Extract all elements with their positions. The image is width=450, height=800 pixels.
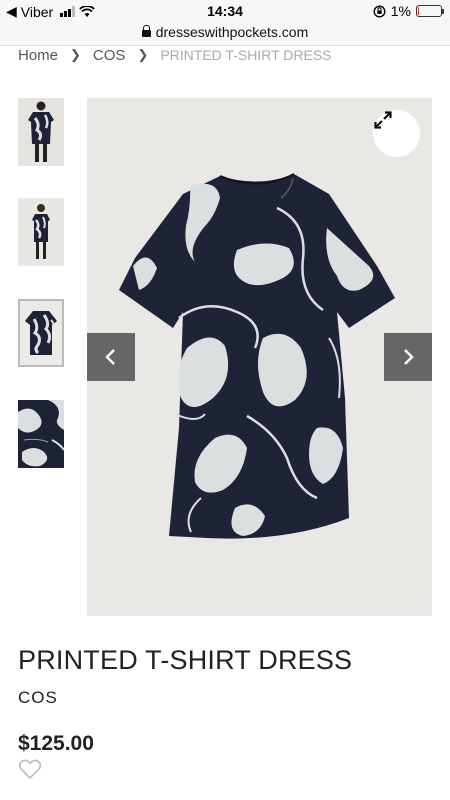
battery-percent: 1% [390,3,411,19]
product-brand[interactable]: COS [18,688,58,708]
chevron-right-icon: ❯ [137,47,149,62]
next-image-button[interactable] [384,333,432,381]
rotation-lock-icon [373,4,386,18]
thumbnail-fabric-detail[interactable] [18,400,64,468]
expand-image-button[interactable] [373,110,420,157]
model-front-view-thumbnail [18,198,64,266]
wishlist-heart-icon[interactable] [18,758,42,780]
fabric-detail-thumbnail [18,400,64,468]
printed-dress-image [87,98,432,616]
dress-flat-thumbnail [20,301,62,365]
expand-arrows-icon [374,111,392,129]
status-right: 1% [373,3,444,19]
breadcrumb-brand[interactable]: COS [93,47,126,64]
breadcrumb-home[interactable]: Home [18,47,58,64]
product-main-image[interactable] [87,98,432,616]
chevron-right-icon [404,349,414,365]
breadcrumb-current: PRINTED T-SHIRT DRESS [160,47,332,63]
url-bar[interactable]: dresseswithpockets.com [0,22,450,46]
previous-image-button[interactable] [87,333,135,381]
breadcrumb: Home ❯ COS ❯ PRINTED T-SHIRT DRESS [18,45,332,65]
lock-icon [141,25,151,37]
url-domain: dresseswithpockets.com [155,24,309,40]
status-bar: ◀ Viber 14:34 1% [0,0,450,22]
thumbnail-front-view[interactable] [18,198,64,266]
chevron-left-icon [105,349,115,365]
thumbnail-back-view[interactable] [18,98,64,166]
model-back-view-thumbnail [18,98,64,166]
product-title: PRINTED T-SHIRT DRESS [18,645,353,675]
thumbnail-flat-view[interactable] [18,299,64,367]
product-price: $125.00 [18,732,94,755]
chevron-right-icon: ❯ [70,47,81,62]
battery-icon [416,5,444,17]
